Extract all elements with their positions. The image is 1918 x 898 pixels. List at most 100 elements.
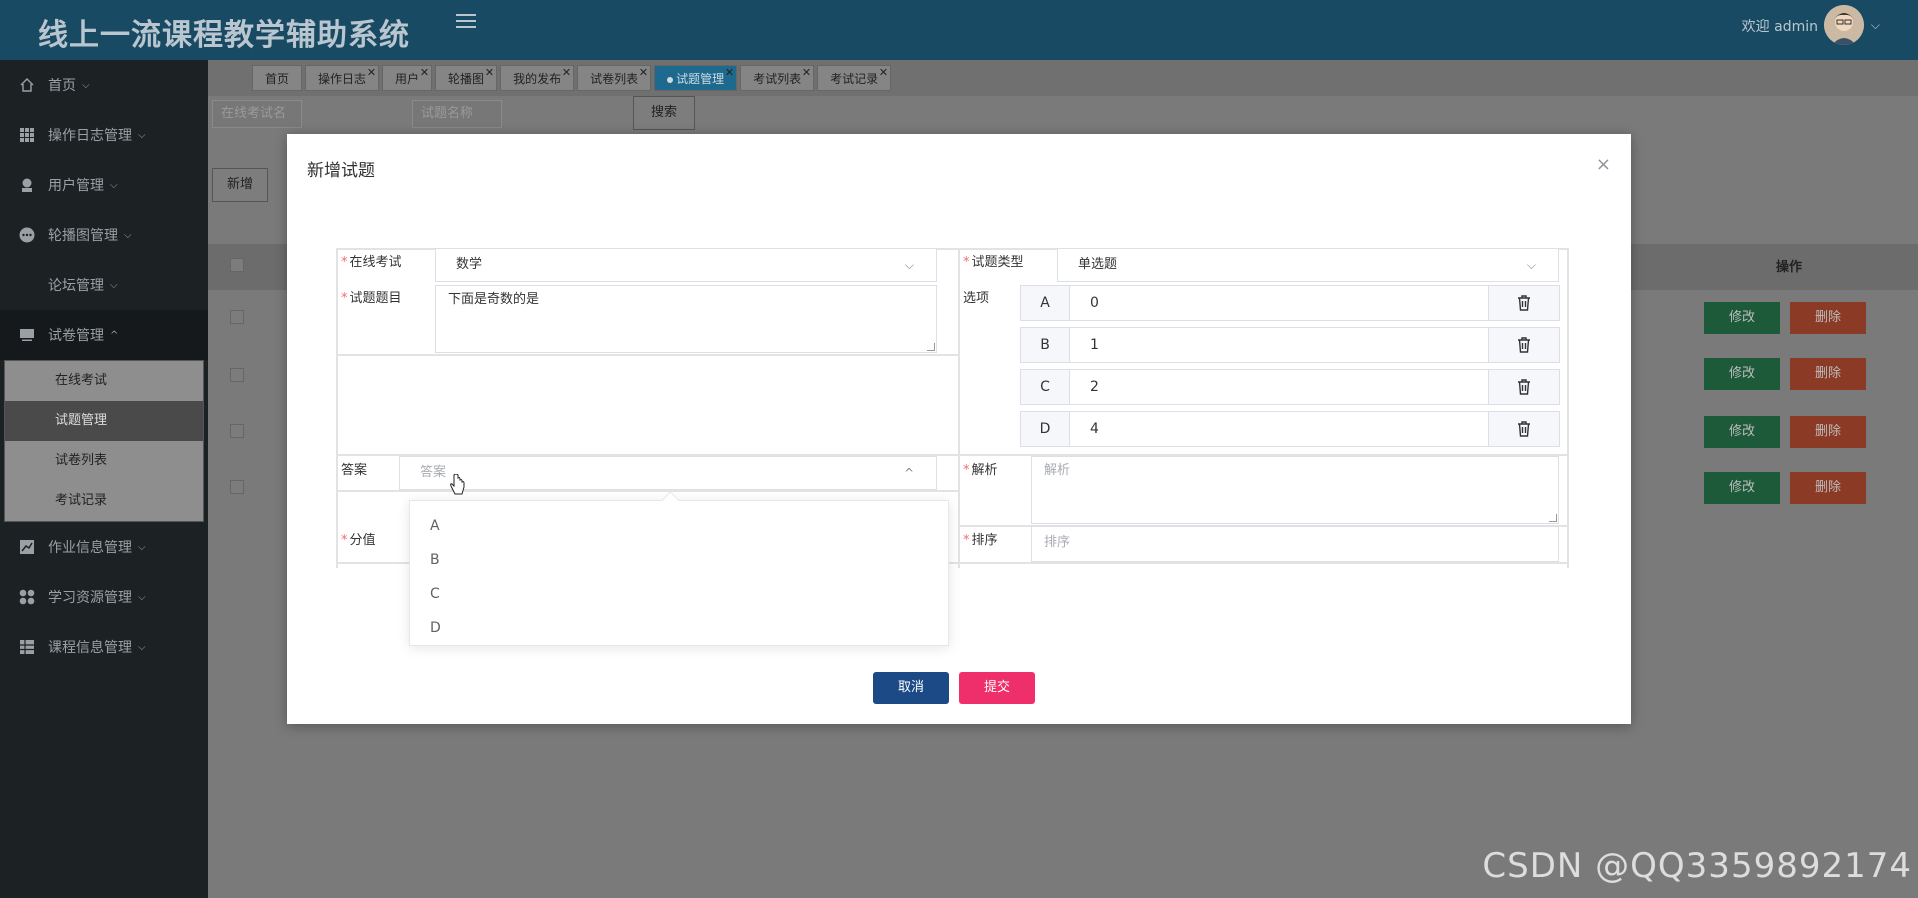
edit-button[interactable]: 修改 [1704, 416, 1780, 448]
sidebar-item-homework[interactable]: 作业信息管理 ⌵ [0, 522, 208, 572]
question-type-select[interactable]: 单选题 ⌵ [1057, 248, 1559, 282]
dialog-title: 新增试题 [307, 161, 375, 181]
tab-exam-record[interactable]: 考试记录 ✕ [817, 65, 892, 91]
search-exam-input[interactable]: 在线考试名 [212, 100, 302, 128]
close-icon[interactable]: ✕ [802, 60, 811, 86]
close-icon[interactable]: ✕ [879, 60, 888, 86]
edit-button[interactable]: 修改 [1704, 302, 1780, 334]
close-icon[interactable]: ✕ [420, 60, 429, 86]
tab-users[interactable]: 用户 ✕ [382, 65, 433, 91]
tab-my-posts[interactable]: 我的发布 ✕ [500, 65, 575, 91]
exam-label: * 在线考试 [341, 255, 402, 270]
option-input[interactable]: 0 [1069, 285, 1489, 321]
menu-toggle-icon[interactable] [456, 14, 476, 30]
row-checkbox[interactable] [230, 368, 244, 382]
tab-exam-list[interactable]: 考试列表 ✕ [740, 65, 815, 91]
edit-button[interactable]: 修改 [1704, 358, 1780, 390]
answer-select[interactable]: 答案 ^ [399, 456, 937, 490]
resize-handle[interactable] [1549, 514, 1557, 522]
tab-carousel[interactable]: 轮播图 ✕ [435, 65, 498, 91]
submenu-question-management[interactable]: 试题管理 [5, 401, 203, 441]
delete-button[interactable]: 删除 [1790, 472, 1866, 504]
submenu-online-exam[interactable]: 在线考试 [5, 361, 203, 401]
dropdown-option-a[interactable]: A [410, 509, 948, 543]
score-label: * 分值 [341, 533, 376, 548]
tab-question-management[interactable]: 试题管理 ✕ [654, 65, 738, 91]
select-all-checkbox[interactable] [230, 258, 244, 272]
trash-icon[interactable] [1488, 285, 1560, 321]
close-icon[interactable]: ✕ [725, 60, 734, 86]
delete-button[interactable]: 删除 [1790, 416, 1866, 448]
cancel-button[interactable]: 取消 [873, 672, 949, 704]
trash-icon[interactable] [1488, 327, 1560, 363]
option-input[interactable]: 4 [1069, 411, 1489, 447]
dropdown-option-b[interactable]: B [410, 543, 948, 577]
close-icon[interactable]: ✕ [562, 60, 571, 86]
option-letter: D [1020, 411, 1070, 447]
sidebar-item-home[interactable]: 首页 ⌵ [0, 60, 208, 110]
operation-column-header: 操作 [1775, 260, 1802, 275]
chevron-down-icon: ⌵ [110, 279, 118, 291]
chevron-down-icon[interactable]: ⌵ [1871, 18, 1880, 33]
chevron-down-icon: ⌵ [1526, 258, 1536, 272]
table-icon [18, 638, 36, 656]
add-button[interactable]: 新增 [212, 168, 268, 202]
delete-button[interactable]: 删除 [1790, 302, 1866, 334]
submit-button[interactable]: 提交 [959, 672, 1035, 704]
close-icon[interactable]: × [1596, 154, 1611, 175]
sidebar-item-label: 试卷管理 [48, 328, 104, 344]
submenu-paper-list[interactable]: 试卷列表 [5, 441, 203, 481]
option-input[interactable]: 1 [1069, 327, 1489, 363]
option-row-c: C 2 [1020, 369, 1560, 405]
chevron-down-icon: ⌵ [138, 641, 146, 653]
row-checkbox[interactable] [230, 310, 244, 324]
sidebar-item-forum[interactable]: 论坛管理 ⌵ [0, 260, 208, 310]
sidebar-item-course[interactable]: 课程信息管理 ⌵ [0, 622, 208, 672]
delete-button[interactable]: 删除 [1790, 358, 1866, 390]
grid-icon [18, 126, 36, 144]
sidebar-item-label: 课程信息管理 [48, 640, 132, 656]
watermark: CSDN @QQ3359892174 [1482, 846, 1912, 886]
chevron-down-icon: ⌵ [124, 229, 132, 241]
sidebar-item-carousel[interactable]: 轮播图管理 ⌵ [0, 210, 208, 260]
tab-paper-list[interactable]: 试卷列表 ✕ [577, 65, 652, 91]
question-title-label: * 试题题目 [341, 291, 402, 306]
exam-select[interactable]: 数学 ⌵ [435, 248, 937, 282]
chevron-down-icon: ⌵ [110, 179, 118, 191]
sidebar-item-users[interactable]: 用户管理 ⌵ [0, 160, 208, 210]
search-question-input[interactable]: 试题名称 [412, 100, 502, 128]
row-checkbox[interactable] [230, 424, 244, 438]
option-input[interactable]: 2 [1069, 369, 1489, 405]
search-button[interactable]: 搜索 [633, 96, 695, 130]
sidebar-item-operation-log[interactable]: 操作日志管理 ⌵ [0, 110, 208, 160]
option-letter: C [1020, 369, 1070, 405]
dropdown-option-d[interactable]: D [410, 611, 948, 645]
close-icon[interactable]: ✕ [485, 60, 494, 86]
type-label: * 试题类型 [963, 255, 1024, 270]
resize-handle[interactable] [927, 343, 935, 351]
chevron-down-icon: ⌵ [904, 258, 914, 272]
tab-home[interactable]: 首页 [252, 65, 303, 91]
option-row-b: B 1 [1020, 327, 1560, 363]
tab-operation-log[interactable]: 操作日志 ✕ [305, 65, 380, 91]
sort-input[interactable]: 排序 [1031, 526, 1559, 562]
dropdown-option-c[interactable]: C [410, 577, 948, 611]
analysis-textarea[interactable]: 解析 [1031, 456, 1559, 524]
chevron-up-icon: ^ [110, 329, 119, 341]
sidebar-item-exam[interactable]: 试卷管理 ^ [0, 310, 208, 360]
edit-button[interactable]: 修改 [1704, 472, 1780, 504]
close-icon[interactable]: ✕ [367, 60, 376, 86]
question-title-textarea[interactable]: 下面是奇数的是 [435, 285, 937, 353]
option-row-d: D 4 [1020, 411, 1560, 447]
avatar[interactable] [1824, 5, 1864, 45]
close-icon[interactable]: ✕ [639, 60, 648, 86]
sidebar-item-resources[interactable]: 学习资源管理 ⌵ [0, 572, 208, 622]
sidebar: 首页 ⌵ 操作日志管理 ⌵ 用户管理 ⌵ 轮播图管理 ⌵ 论坛管理 ⌵ 试卷管理… [0, 60, 208, 898]
add-question-dialog: 新增试题 × * 在线考试 数学 ⌵ * 试题类型 单选题 ⌵ * 试题题目 下面是奇… [287, 134, 1631, 724]
trash-icon[interactable] [1488, 369, 1560, 405]
submenu-exam-record[interactable]: 考试记录 [5, 481, 203, 521]
row-checkbox[interactable] [230, 480, 244, 494]
chevron-down-icon: ⌵ [138, 129, 146, 141]
trash-icon[interactable] [1488, 411, 1560, 447]
sidebar-item-label: 首页 [48, 78, 76, 94]
